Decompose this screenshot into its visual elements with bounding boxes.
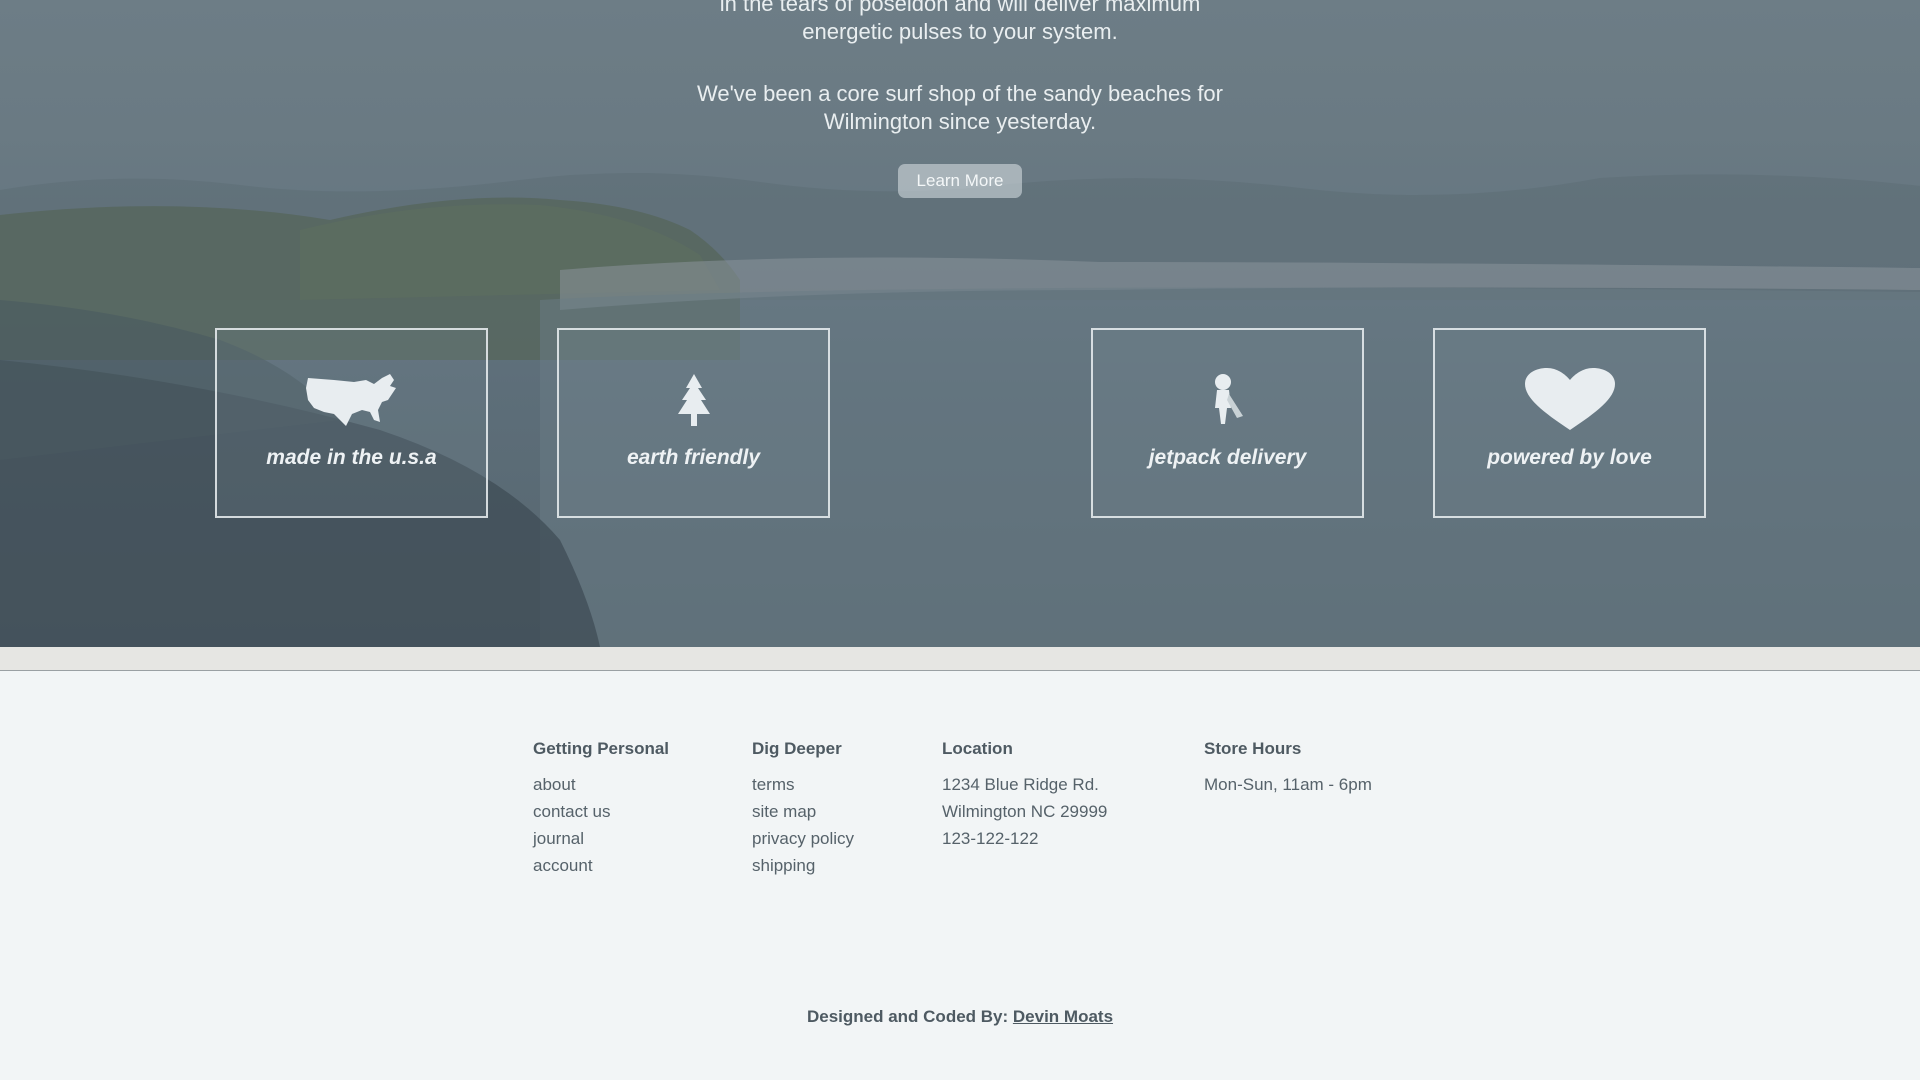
footer-link-site-map[interactable]: site map <box>752 798 854 825</box>
footer-link-terms[interactable]: terms <box>752 771 854 798</box>
feature-label: earth friendly <box>626 446 761 469</box>
credit-prefix: Designed and Coded By: <box>806 1007 1009 1026</box>
feature-card-usa: made in the u.s.a <box>215 328 488 518</box>
footer-link-contact-us[interactable]: contact us <box>533 798 669 825</box>
usa-map-icon <box>304 368 400 432</box>
author-link[interactable]: Devin Moats <box>1013 1007 1113 1026</box>
feature-card-earth: earth friendly <box>557 328 830 518</box>
footer-link-account[interactable]: account <box>533 852 669 879</box>
footer-link-shipping[interactable]: shipping <box>752 852 854 879</box>
hero-text-line: energetic pulses to your system. <box>802 19 1118 44</box>
footer-column-location: Location 1234 Blue Ridge Rd. Wilmington … <box>942 739 1107 852</box>
footer-credit: Designed and Coded By: Devin Moats <box>0 1007 1920 1027</box>
footer-link-privacy-policy[interactable]: privacy policy <box>752 825 854 852</box>
feature-label: made in the u.s.a <box>266 446 437 469</box>
hero-paragraph-1: in the tears of poseidon and will delive… <box>0 0 1920 46</box>
footer-column-title: Location <box>942 739 1013 758</box>
footer-column-getting-personal: Getting Personal about contact us journa… <box>533 739 669 879</box>
feature-label: jetpack delivery <box>1148 446 1307 469</box>
tree-icon <box>674 368 714 432</box>
feature-card-jetpack: jetpack delivery <box>1091 328 1364 518</box>
store-hours-text: Mon-Sun, 11am - 6pm <box>1204 775 1372 794</box>
hero-section: in the tears of poseidon and will delive… <box>0 0 1920 647</box>
address-line: Wilmington NC 29999 <box>942 802 1108 821</box>
feature-card-love: powered by love <box>1433 328 1706 518</box>
footer-column-dig-deeper: Dig Deeper terms site map privacy policy… <box>752 739 854 879</box>
feature-label: powered by love <box>1487 446 1652 469</box>
hero-text-line: in the tears of poseidon and will delive… <box>719 0 1201 16</box>
section-divider <box>0 647 1920 671</box>
footer: Getting Personal about contact us journa… <box>0 671 1920 1080</box>
hero-paragraph-2: We've been a core surf shop of the sandy… <box>0 80 1920 136</box>
heart-icon <box>1523 368 1617 432</box>
hero-text-line: Wilmington since yesterday. <box>823 109 1097 134</box>
hero-text-line: We've been a core surf shop of the sandy… <box>696 81 1223 106</box>
phone-number: 123-122-122 <box>942 829 1039 848</box>
footer-column-title: Store Hours <box>1204 739 1302 758</box>
address-line: 1234 Blue Ridge Rd. <box>942 775 1099 794</box>
learn-more-button[interactable]: Learn More <box>898 164 1022 198</box>
footer-column-store-hours: Store Hours Mon-Sun, 11am - 6pm <box>1204 739 1372 798</box>
footer-column-title: Getting Personal <box>533 739 670 758</box>
footer-link-journal[interactable]: journal <box>533 825 669 852</box>
footer-link-about[interactable]: about <box>533 771 669 798</box>
jetpack-icon <box>1203 368 1253 432</box>
footer-column-title: Dig Deeper <box>752 739 842 758</box>
